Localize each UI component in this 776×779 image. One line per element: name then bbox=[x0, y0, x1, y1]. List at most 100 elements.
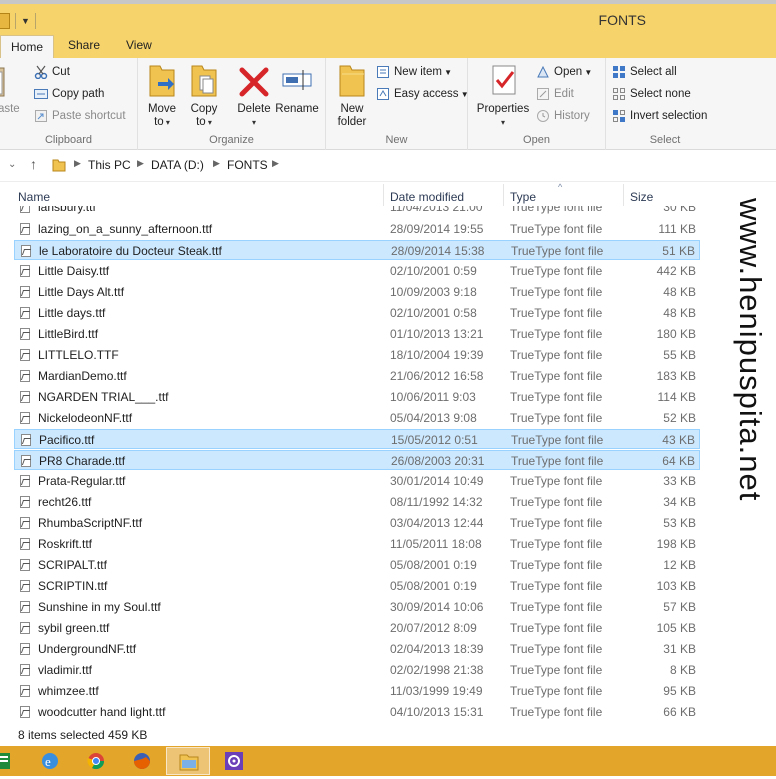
column-name[interactable]: Name bbox=[18, 190, 50, 204]
breadcrumb-separator-icon[interactable]: ▶ bbox=[74, 158, 81, 169]
list-item[interactable]: vladimir.ttf 02/02/1998 21:38 TrueType fon… bbox=[14, 660, 700, 680]
delete-button[interactable]: Delete ▾ bbox=[232, 62, 276, 129]
breadcrumb-fonts[interactable]: FONTS bbox=[227, 158, 268, 172]
list-item[interactable]: Sunshine in my Soul.ttf 30/09/2014 10:06 T… bbox=[14, 597, 700, 617]
list-item[interactable]: whimzee.ttf 11/03/1999 19:49 TrueType font… bbox=[14, 681, 700, 701]
paste-shortcut-button[interactable]: Paste shortcut bbox=[34, 106, 126, 126]
properties-button[interactable]: Properties ▾ bbox=[474, 62, 532, 129]
paste-button[interactable]: Paste bbox=[0, 62, 20, 116]
cut-button[interactable]: Cut bbox=[34, 62, 70, 82]
list-item[interactable]: NickelodeonNF.ttf 05/04/2013 9:08 TrueType… bbox=[14, 408, 700, 428]
breadcrumb-data-drive[interactable]: DATA (D:) bbox=[151, 158, 204, 172]
list-item[interactable]: Little days.ttf 02/10/2001 0:58 TrueType f… bbox=[14, 303, 700, 323]
breadcrumb-separator-icon[interactable]: ▶ bbox=[213, 158, 220, 169]
column-type[interactable]: Type bbox=[510, 190, 536, 204]
copy-to-button[interactable]: Copy to ▾ bbox=[184, 62, 224, 129]
breadcrumb-this-pc[interactable]: This PC bbox=[88, 158, 131, 172]
file-date: 03/04/2013 12:44 bbox=[390, 516, 484, 530]
font-file-icon bbox=[20, 559, 30, 571]
up-arrow-icon[interactable]: ↑ bbox=[30, 156, 37, 172]
file-name: Roskrift.ttf bbox=[38, 537, 93, 551]
breadcrumb-separator-icon[interactable]: ▶ bbox=[272, 158, 279, 169]
column-size[interactable]: Size bbox=[630, 190, 653, 204]
list-item[interactable]: NGARDEN TRIAL___.ttf 10/06/2011 9:03 TrueT… bbox=[14, 387, 700, 407]
ie-icon[interactable]: e bbox=[28, 747, 72, 775]
file-size: 30 KB bbox=[663, 206, 696, 214]
list-item[interactable]: MardianDemo.ttf 21/06/2012 16:58 TrueType … bbox=[14, 366, 700, 386]
column-divider[interactable] bbox=[623, 184, 624, 206]
list-item[interactable]: Prata-Regular.ttf 30/01/2014 10:49 TrueTyp… bbox=[14, 471, 700, 491]
chevron-down-icon[interactable]: ⌄ bbox=[8, 159, 16, 170]
select-group: Select all Select none Invert selection … bbox=[606, 58, 724, 150]
list-item[interactable]: Pacifico.ttf 15/05/2012 0:51 TrueType font… bbox=[14, 429, 700, 449]
file-name: lansbury.ttf bbox=[38, 206, 96, 214]
settings-app-icon[interactable] bbox=[212, 747, 256, 775]
tab-share[interactable]: Share bbox=[58, 34, 110, 58]
history-button[interactable]: History bbox=[536, 106, 590, 126]
chrome-icon[interactable] bbox=[74, 747, 118, 775]
spreadsheet-app-icon[interactable] bbox=[0, 747, 26, 775]
new-group-label: New bbox=[385, 134, 408, 146]
select-all-button[interactable]: Select all bbox=[612, 62, 677, 82]
list-item[interactable]: LittleBird.ttf 01/10/2013 13:21 TrueType f… bbox=[14, 324, 700, 344]
move-to-button[interactable]: Move to ▾ bbox=[142, 62, 182, 129]
list-item[interactable]: UndergroundNF.ttf 02/04/2013 18:39 TrueTyp… bbox=[14, 639, 700, 659]
file-size: 31 KB bbox=[663, 642, 696, 656]
list-item[interactable]: le Laboratoire du Docteur Steak.ttf 28/09… bbox=[14, 240, 700, 260]
list-item[interactable]: lazing_on_a_sunny_afternoon.ttf 28/09/201… bbox=[14, 219, 700, 239]
file-size: 43 KB bbox=[662, 433, 695, 447]
list-item[interactable]: recht26.ttf 08/11/1992 14:32 TrueType font… bbox=[14, 492, 700, 512]
list-item[interactable]: SCRIPTIN.ttf 05/08/2001 0:19 TrueType font… bbox=[14, 576, 700, 596]
file-type: TrueType font file bbox=[510, 642, 603, 656]
list-item[interactable]: SCRIPALT.ttf 05/08/2001 0:19 TrueType font… bbox=[14, 555, 700, 575]
breadcrumb-separator-icon[interactable]: ▶ bbox=[137, 158, 144, 169]
taskbar: e bbox=[0, 746, 776, 776]
list-item[interactable]: sybil green.ttf 20/07/2012 8:09 TrueType f… bbox=[14, 618, 700, 638]
font-file-icon bbox=[20, 496, 30, 508]
font-file-icon bbox=[21, 245, 31, 257]
organize-group-label: Organize bbox=[209, 134, 254, 146]
firefox-icon[interactable] bbox=[120, 747, 164, 775]
folder-icon[interactable] bbox=[0, 13, 10, 29]
rename-button[interactable]: Rename bbox=[274, 62, 320, 116]
tab-view[interactable]: View bbox=[116, 34, 162, 58]
file-size: 12 KB bbox=[663, 558, 696, 572]
list-item[interactable]: RhumbaScriptNF.ttf 03/04/2013 12:44 TrueTy… bbox=[14, 513, 700, 533]
invert-selection-button[interactable]: Invert selection bbox=[612, 106, 707, 126]
easy-access-label: Easy access bbox=[394, 88, 459, 100]
rename-label: Rename bbox=[275, 103, 319, 115]
list-item[interactable]: woodcutter hand light.ttf 04/10/2013 15:3… bbox=[14, 702, 700, 722]
file-date: 21/06/2012 16:58 bbox=[390, 369, 484, 383]
file-type: TrueType font file bbox=[510, 516, 603, 530]
column-divider[interactable] bbox=[503, 184, 504, 206]
ribbon: Paste Cut Copy path Paste shortcut Clipb… bbox=[0, 58, 776, 150]
new-folder-label-1: New bbox=[340, 103, 364, 115]
edit-button[interactable]: Edit bbox=[536, 84, 574, 104]
list-item[interactable]: lansbury.ttf 11/04/2013 21:00 TrueType f… bbox=[14, 206, 700, 217]
chevron-down-icon: ▾ bbox=[251, 118, 256, 127]
copy-path-button[interactable]: Copy path bbox=[34, 84, 104, 104]
list-item[interactable]: Little Days Alt.ttf 10/09/2003 9:18 TrueTy… bbox=[14, 282, 700, 302]
file-size: 53 KB bbox=[663, 516, 696, 530]
new-folder-button[interactable]: New folder bbox=[330, 62, 374, 129]
tab-home[interactable]: Home bbox=[0, 35, 55, 59]
column-date[interactable]: Date modified bbox=[390, 190, 464, 204]
copy-to-label-1: Copy bbox=[190, 103, 218, 115]
column-divider[interactable] bbox=[383, 184, 384, 206]
select-none-button[interactable]: Select none bbox=[612, 84, 691, 104]
easy-access-button[interactable]: Easy access ▼ bbox=[376, 84, 469, 104]
file-type: TrueType font file bbox=[511, 454, 604, 468]
select-none-label: Select none bbox=[630, 88, 691, 100]
customize-toolbar-dropdown-icon[interactable]: ▼ bbox=[21, 16, 30, 26]
list-item[interactable]: Little Daisy.ttf 02/10/2001 0:59 TrueType … bbox=[14, 261, 700, 281]
file-explorer-icon[interactable] bbox=[166, 747, 210, 775]
new-item-button[interactable]: New item ▼ bbox=[376, 62, 452, 82]
open-button[interactable]: Open ▼ bbox=[536, 62, 592, 82]
file-name: NGARDEN TRIAL___.ttf bbox=[38, 390, 169, 404]
list-item[interactable]: PR8 Charade.ttf 26/08/2003 20:31 TrueType … bbox=[14, 450, 700, 470]
list-item[interactable]: Roskrift.ttf 11/05/2011 18:08 TrueType fon… bbox=[14, 534, 700, 554]
file-size: 183 KB bbox=[656, 369, 696, 383]
list-item[interactable]: LITTLELO.TTF 18/10/2004 19:39 TrueType fon… bbox=[14, 345, 700, 365]
file-type: TrueType font file bbox=[511, 433, 604, 447]
font-file-icon bbox=[20, 328, 30, 340]
